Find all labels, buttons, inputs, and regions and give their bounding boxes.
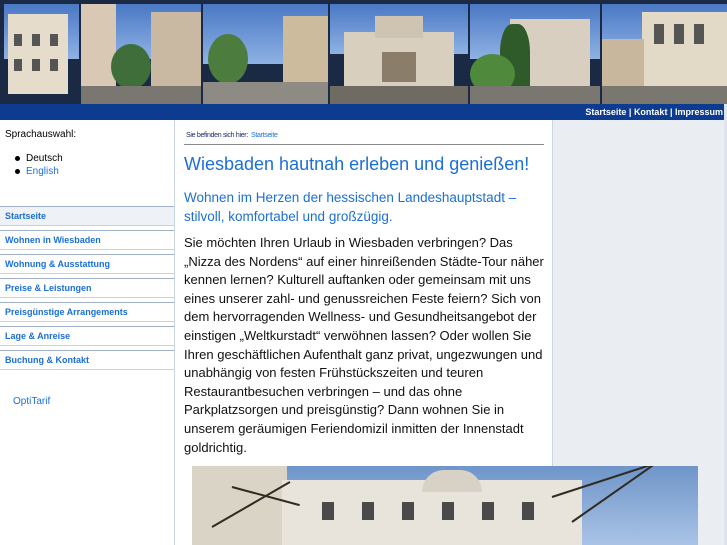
- sidebar-item-buchung-kontakt[interactable]: Buchung & Kontakt: [0, 350, 174, 370]
- header-photo-6: [602, 4, 727, 104]
- sidebar-item-arrangements[interactable]: Preisgünstige Arrangements: [0, 302, 174, 322]
- header-photo-2: [81, 4, 201, 104]
- breadcrumb-label: Sie befinden sich hier:: [186, 132, 248, 139]
- top-link-separator: |: [626, 107, 634, 117]
- header-photo-strip: [0, 0, 727, 104]
- page-body-text: Sie möchten Ihren Urlaub in Wiesbaden ve…: [184, 235, 544, 455]
- language-english-link[interactable]: English: [15, 165, 63, 178]
- page-subheadline: Wohnen im Herzen der hessischen Landesha…: [184, 190, 517, 224]
- breadcrumb-current[interactable]: Startseite: [251, 132, 278, 139]
- optitarif-link[interactable]: OptiTarif: [13, 396, 50, 407]
- top-link-kontakt[interactable]: Kontakt: [634, 107, 668, 117]
- sidebar-item-preise-leistungen[interactable]: Preise & Leistungen: [0, 278, 174, 298]
- header-photo-1: [4, 4, 79, 104]
- main-content: Sie befinden sich hier: Startseite Wiesba…: [176, 120, 552, 466]
- top-nav-bar: Startseite | Kontakt | Impressum: [0, 104, 727, 120]
- content-photo: [192, 466, 698, 545]
- sidebar-item-wohnung-ausstattung[interactable]: Wohnung & Ausstattung: [0, 254, 174, 274]
- language-title: Sprachauswahl:: [5, 129, 77, 140]
- sidebar-item-lage-anreise[interactable]: Lage & Anreise: [0, 326, 174, 346]
- top-link-separator: |: [667, 107, 675, 117]
- breadcrumb: Sie befinden sich hier: Startseite: [186, 132, 278, 139]
- language-deutsch: Deutsch: [15, 153, 63, 164]
- top-link-startseite[interactable]: Startseite: [585, 107, 626, 117]
- language-list: Deutsch English: [15, 152, 63, 178]
- page-headline: Wiesbaden hautnah erleben und genießen!: [184, 154, 530, 174]
- breadcrumb-divider: [184, 144, 544, 145]
- sidebar: Sprachauswahl: Deutsch English Startseit…: [0, 120, 175, 545]
- top-link-impressum[interactable]: Impressum: [675, 107, 723, 117]
- header-photo-3: [203, 4, 328, 104]
- sidebar-item-wohnen-in-wiesbaden[interactable]: Wohnen in Wiesbaden: [0, 230, 174, 250]
- header-photo-5: [470, 4, 600, 104]
- sidebar-item-startseite[interactable]: Startseite: [0, 206, 174, 226]
- top-links: Startseite | Kontakt | Impressum: [585, 105, 723, 119]
- header-photo-4: [330, 4, 468, 104]
- sidebar-menu: Startseite Wohnen in Wiesbaden Wohnung &…: [0, 206, 174, 374]
